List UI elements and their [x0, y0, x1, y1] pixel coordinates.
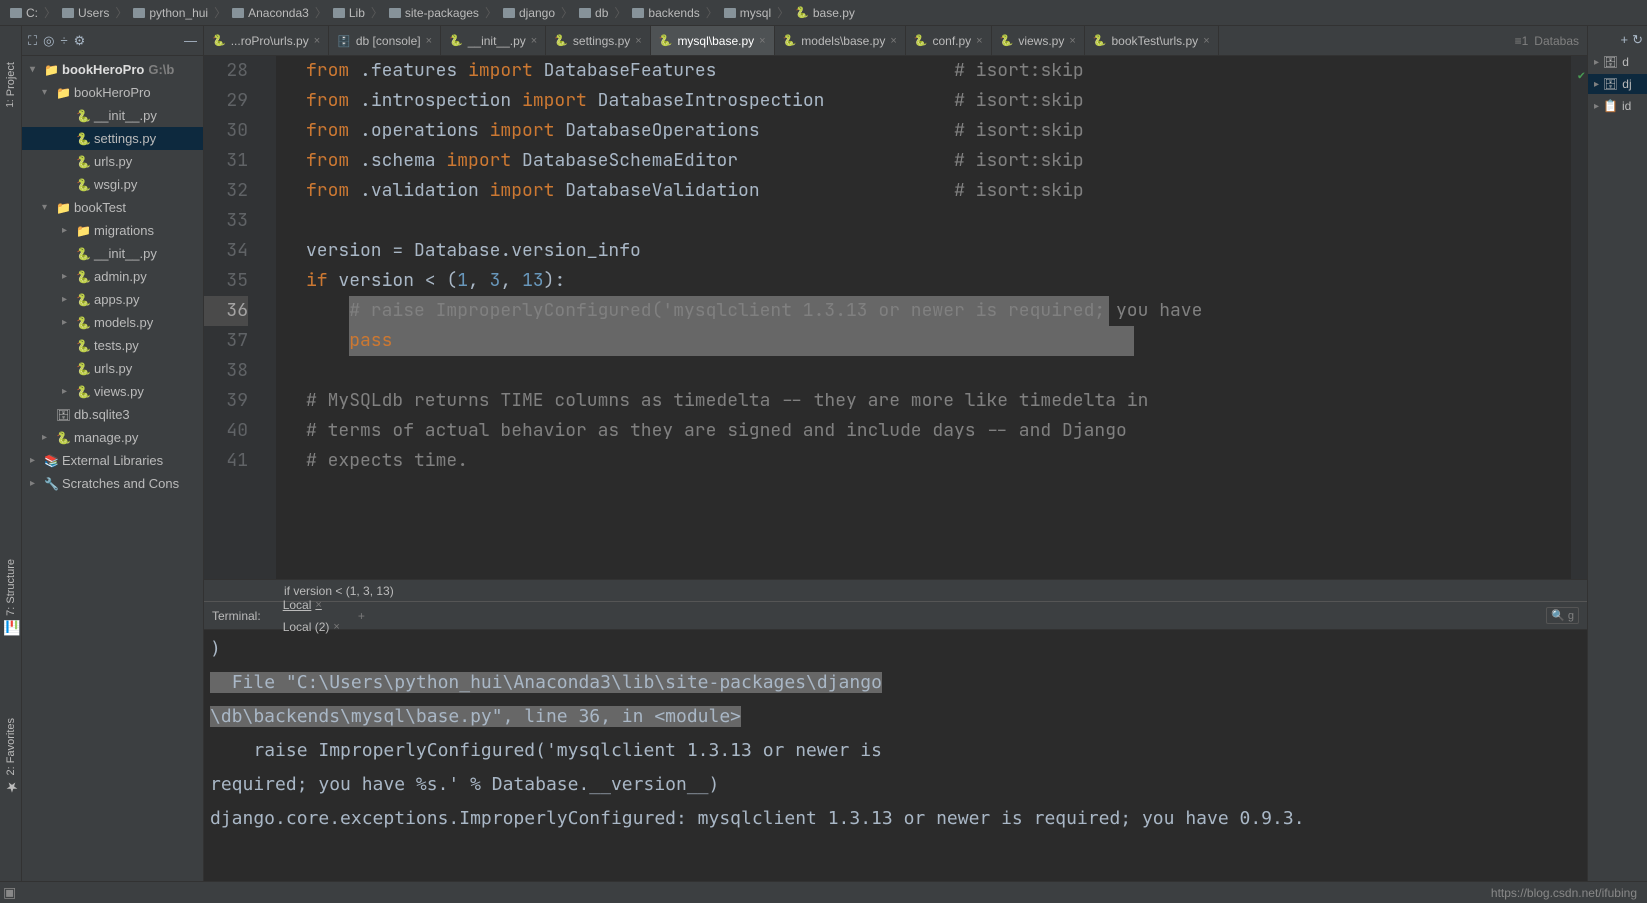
tree-node[interactable]: 🐍urls.py — [22, 150, 203, 173]
collapse-icon[interactable]: ÷ — [60, 33, 67, 48]
tab-close-icon[interactable]: × — [531, 35, 537, 47]
project-tree-panel: ⛶ ◎ ÷ ⚙ — ▾📁bookHeroPro G:\b▾📁bookHeroPr… — [22, 26, 204, 881]
line-gutter: 2829303132333435363738394041 — [204, 56, 262, 579]
breadcrumb-item[interactable]: 🐍base.py — [791, 4, 859, 22]
tree-node[interactable]: ▸🐍views.py — [22, 380, 203, 403]
tab-list-icon[interactable]: ≡1 — [1515, 34, 1529, 48]
refresh-icon[interactable]: ↻ — [1632, 32, 1643, 48]
breadcrumb-item[interactable]: python_hui — [129, 4, 212, 22]
tree-node[interactable]: ▸📚External Libraries — [22, 449, 203, 472]
editor-tab[interactable]: 🐍bookTest\urls.py× — [1085, 26, 1219, 55]
tree-node[interactable]: ▸📁migrations — [22, 219, 203, 242]
code-content[interactable]: from .features import DatabaseFeatures #… — [276, 56, 1571, 579]
gear-icon[interactable]: ⚙ — [74, 33, 86, 49]
right-dock-item[interactable]: ▸📋id — [1588, 96, 1647, 116]
editor-tab[interactable]: 🐍mysql\base.py× — [651, 26, 775, 55]
editor-tab[interactable]: db [console]× — [329, 26, 441, 55]
tree-node[interactable]: 🐍wsgi.py — [22, 173, 203, 196]
database-tool-label[interactable]: Databas — [1534, 34, 1579, 48]
right-tool-dock: + ↻ ▸🗄d▸🗄dj▸📋id — [1587, 26, 1647, 881]
breadcrumb-item[interactable]: Lib — [329, 4, 369, 22]
right-dock-item[interactable]: ▸🗄dj — [1588, 74, 1647, 94]
add-icon[interactable]: + — [1621, 32, 1629, 48]
tab-close-icon[interactable]: × — [635, 35, 641, 47]
tree-node[interactable]: 🐍__init__.py — [22, 242, 203, 265]
terminal-add-icon[interactable]: + — [358, 609, 365, 623]
breadcrumb-item[interactable]: mysql — [720, 4, 775, 22]
tab-close-icon[interactable]: × — [314, 35, 320, 47]
code-editor[interactable]: 2829303132333435363738394041 from .featu… — [204, 56, 1587, 579]
editor-tab[interactable]: 🐍models\base.py× — [775, 26, 906, 55]
inspection-gutter[interactable]: ✔ — [1571, 56, 1587, 579]
breadcrumb-item[interactable]: db — [575, 4, 612, 22]
breadcrumb-item[interactable]: backends — [628, 4, 703, 22]
status-bar: https://blog.csdn.net/ifubing — [0, 881, 1647, 903]
breadcrumb-item[interactable]: Users — [58, 4, 113, 22]
target-icon[interactable]: ◎ — [43, 33, 54, 49]
breadcrumb-nav: C:〉Users〉python_hui〉Anaconda3〉Lib〉site-p… — [0, 0, 1647, 26]
tree-node[interactable]: 🐍__init__.py — [22, 104, 203, 127]
dock-structure[interactable]: 📊 7: Structure — [1, 553, 21, 642]
terminal-label: Terminal: — [212, 609, 261, 623]
tree-node[interactable]: ▸🐍models.py — [22, 311, 203, 334]
terminal-output[interactable]: ) File "C:\Users\python_hui\Anaconda3\li… — [204, 630, 1587, 881]
tab-close-icon[interactable]: × — [759, 35, 765, 47]
breadcrumb-item[interactable]: C: — [6, 4, 42, 22]
tree-node[interactable]: ▸🐍apps.py — [22, 288, 203, 311]
terminal-tab[interactable]: Local× — [275, 594, 348, 616]
tab-close-icon[interactable]: × — [426, 35, 432, 47]
editor-tab[interactable]: 🐍conf.py× — [906, 26, 992, 55]
tab-close-icon[interactable]: × — [1203, 35, 1209, 47]
tree-node[interactable]: ▸🐍manage.py — [22, 426, 203, 449]
tool-window-icon[interactable]: ▣ — [3, 884, 16, 901]
tree-node[interactable]: 🐍tests.py — [22, 334, 203, 357]
breadcrumb-item[interactable]: site-packages — [385, 4, 483, 22]
fold-column[interactable] — [262, 56, 276, 579]
terminal-panel: Terminal: Local×Local (2)× + 🔍 g ) File … — [204, 601, 1587, 881]
tree-node[interactable]: ▾📁bookHeroPro G:\b — [22, 58, 203, 81]
hide-icon[interactable]: — — [184, 33, 197, 48]
tree-node[interactable]: ▾📁bookHeroPro — [22, 81, 203, 104]
tree-node[interactable]: 🗄db.sqlite3 — [22, 403, 203, 426]
dock-favorites[interactable]: ★ 2: Favorites — [1, 712, 21, 801]
tab-close-icon[interactable]: × — [890, 35, 896, 47]
breadcrumb-item[interactable]: Anaconda3 — [228, 4, 313, 22]
editor-column: 🐍...roPro\urls.py×db [console]×🐍__init__… — [204, 26, 1587, 881]
status-url: https://blog.csdn.net/ifubing — [1491, 886, 1637, 900]
terminal-tabs: Terminal: Local×Local (2)× + 🔍 g — [204, 602, 1587, 630]
tree-node[interactable]: ▾📁bookTest — [22, 196, 203, 219]
tree-node[interactable]: 🐍settings.py — [22, 127, 203, 150]
project-toolbar: ⛶ ◎ ÷ ⚙ — — [22, 26, 203, 56]
breadcrumb-item[interactable]: django — [499, 4, 559, 22]
code-crumb-bar[interactable]: if version < (1, 3, 13) — [204, 579, 1587, 601]
editor-tab[interactable]: 🐍settings.py× — [546, 26, 651, 55]
tab-close-icon[interactable]: × — [1069, 35, 1075, 47]
editor-tab[interactable]: 🐍__init__.py× — [441, 26, 546, 55]
terminal-search[interactable]: 🔍 g — [1546, 607, 1579, 624]
dock-project[interactable]: 1: 1: ProjectProject — [3, 56, 19, 114]
right-dock-item[interactable]: ▸🗄d — [1588, 52, 1647, 72]
inspection-ok-icon: ✔ — [1578, 60, 1585, 90]
editor-tab[interactable]: 🐍...roPro\urls.py× — [204, 26, 329, 55]
tree-node[interactable]: ▸🐍admin.py — [22, 265, 203, 288]
tree-node[interactable]: ▸🔧Scratches and Cons — [22, 472, 203, 495]
terminal-tab-close-icon[interactable]: × — [315, 599, 321, 611]
tree-node[interactable]: 🐍urls.py — [22, 357, 203, 380]
file-tree[interactable]: ▾📁bookHeroPro G:\b▾📁bookHeroPro🐍__init__… — [22, 56, 203, 881]
tab-close-icon[interactable]: × — [976, 35, 982, 47]
editor-tab[interactable]: 🐍views.py× — [992, 26, 1085, 55]
expand-icon[interactable]: ⛶ — [28, 33, 37, 49]
editor-tabs: 🐍...roPro\urls.py×db [console]×🐍__init__… — [204, 26, 1587, 56]
